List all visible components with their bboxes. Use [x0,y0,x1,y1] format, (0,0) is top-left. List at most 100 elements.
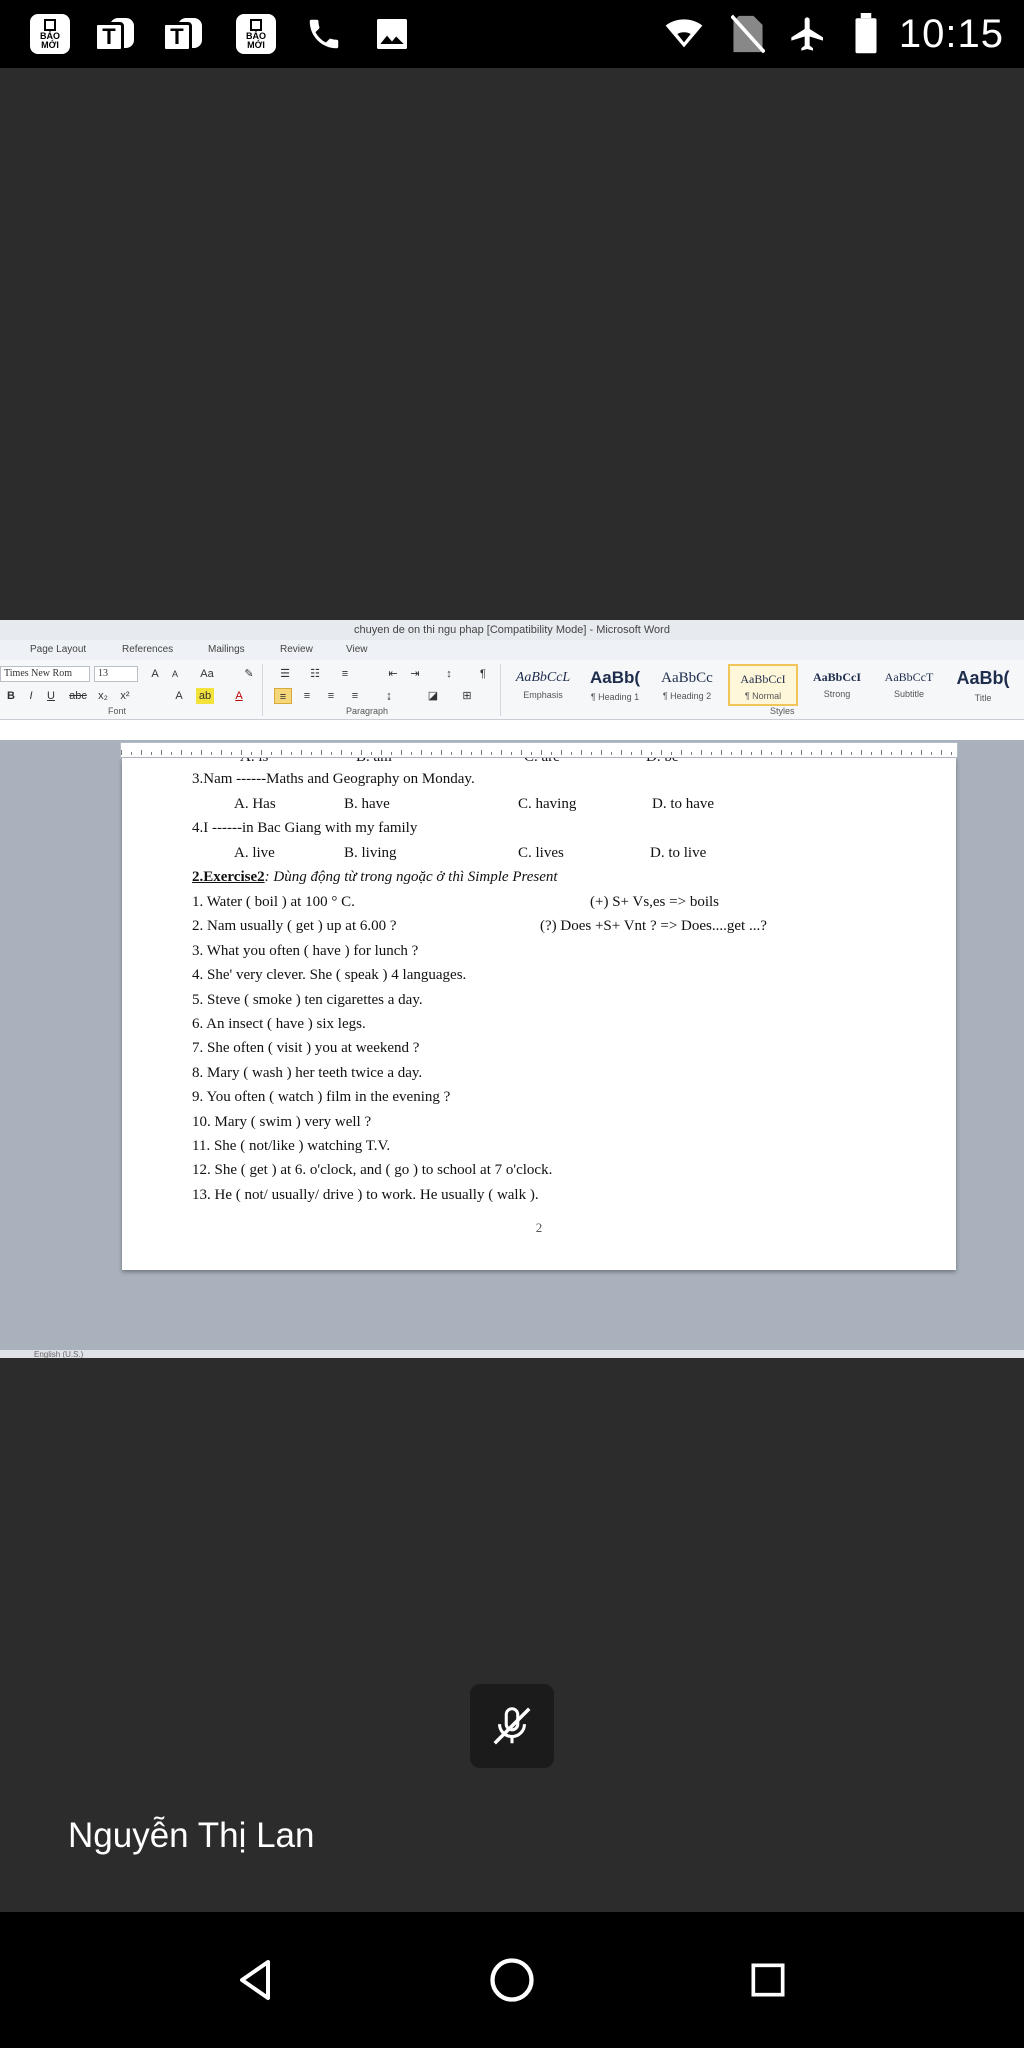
no-sim-icon [728,14,768,54]
ruler-tick [821,750,822,755]
style-heading-1[interactable]: AaBb( ¶ Heading 1 [580,664,650,706]
align-left-icon[interactable]: ≡ [274,688,292,704]
exercise-item: 12. She ( get ) at 6. o'clock, and ( go … [192,1162,553,1179]
clear-format-icon[interactable]: ✎ [240,666,258,682]
teams-icon: T [162,14,202,54]
sort-icon[interactable]: ↕ [440,666,458,682]
bold-icon[interactable]: B [2,688,20,704]
ruler-tick [171,752,172,755]
grammar-note: (+) S+ Vs,es => boils [590,894,719,910]
tab-review[interactable]: Review [280,644,313,655]
ruler-tick [741,750,742,755]
ruler-tick [631,752,632,755]
airplane-icon [788,14,828,54]
tab-view[interactable]: View [346,644,368,655]
ruler-tick [761,750,762,755]
underline-icon[interactable]: U [42,688,60,704]
tab-page-layout[interactable]: Page Layout [30,644,86,655]
change-case-icon[interactable]: Aa [198,666,216,682]
mic-toggle-button[interactable] [470,1684,554,1768]
ruler-tick [841,750,842,755]
ruler-tick [231,752,232,755]
italic-icon[interactable]: I [22,688,40,704]
ruler-tick [811,752,812,755]
align-right-icon[interactable]: ≡ [322,688,340,704]
tab-references[interactable]: References [122,644,173,655]
font-size-box[interactable]: 13 [94,666,138,682]
home-icon[interactable] [476,1944,548,2016]
ruler-tick [401,750,402,755]
grow-font-icon[interactable]: A [146,666,164,682]
participant-name: Nguyễn Thị Lan [68,1816,315,1855]
pilcrow-icon[interactable]: ¶ [474,666,492,682]
strikethrough-icon[interactable]: abc [66,688,90,704]
option-d: D. to live [650,845,707,861]
ruler-tick [351,752,352,755]
ruler-tick [451,752,452,755]
multilevel-list-icon[interactable]: ≡ [336,666,354,682]
question-3: 3.Nam ------Maths and Geography on Monda… [192,771,475,787]
justify-icon[interactable]: ≡ [346,688,364,704]
ruler-tick [471,752,472,755]
ruler-tick [721,750,722,755]
teams-icon: T [94,14,134,54]
bullets-icon[interactable]: ☰ [276,666,294,682]
ruler-tick [241,750,242,755]
ruler-tick [121,750,122,755]
ruler-tick [881,750,882,755]
ruler-tick [541,750,542,755]
ruler-tick [601,750,602,755]
ruler-tick [791,752,792,755]
exercise-item: 2. Nam usually ( get ) up at 6.00 ? [192,918,397,935]
borders-icon[interactable]: ⊞ [458,688,476,704]
style-subtitle[interactable]: AaBbCcT Subtitle [874,664,944,706]
horizontal-ruler[interactable] [120,742,958,758]
image-icon [372,14,412,54]
subscript-icon[interactable]: x₂ [94,688,112,704]
ruler-tick [271,752,272,755]
line-spacing-icon[interactable]: ↨ [380,688,398,704]
ruler-tick [391,752,392,755]
back-icon[interactable] [220,1944,292,2016]
increase-indent-icon[interactable]: ⇥ [406,666,424,682]
tab-mailings[interactable]: Mailings [208,644,245,655]
font-name-box[interactable]: Times New Rom [0,666,90,682]
style-heading-2[interactable]: AaBbCc ¶ Heading 2 [652,664,722,706]
word-title-bar: chuyen de on thi ngu phap [Compatibility… [0,620,1024,640]
document-page[interactable]: A. is B. am C. are D. be 3.Nam ------Mat… [122,758,956,1270]
align-center-icon[interactable]: ≡ [298,688,316,704]
style-title[interactable]: AaBb( Title [948,664,1018,706]
decrease-indent-icon[interactable]: ⇤ [384,666,402,682]
shrink-font-icon[interactable]: A [166,666,184,682]
ruler-tick [851,752,852,755]
ruler-tick [561,750,562,755]
exercise-item: 8. Mary ( wash ) her teeth twice a day. [192,1064,423,1081]
font-color-icon[interactable]: A [230,688,248,704]
text-effects-icon[interactable]: A [170,688,188,704]
ruler-tick [701,750,702,755]
bao-may-icon: BÁO MỚI [236,14,276,54]
shading-icon[interactable]: ◪ [424,688,442,704]
option-d: D. be [646,758,679,766]
ruler-tick [711,752,712,755]
ruler-tick [131,752,132,755]
ruler-tick [261,750,262,755]
font-group-label: Font [108,706,127,716]
highlight-icon[interactable]: ab [196,688,214,704]
ruler-tick [911,752,912,755]
clock: 10:15 [898,12,1004,56]
exercise-item: 9. You often ( watch ) film in the eveni… [192,1089,451,1106]
recents-icon[interactable] [732,1944,804,2016]
paragraph-group-label: Paragraph [346,706,389,716]
exercise-item: 11. She ( not/like ) watching T.V. [192,1138,391,1154]
option-a: A. is [240,758,268,766]
option-c: C. having [518,796,577,812]
numbering-icon[interactable]: ☷ [306,666,324,682]
style-emphasis[interactable]: AaBbCcL Emphasis [508,664,578,706]
exercise-item: 6. An insect ( have ) six legs. [192,1016,366,1032]
style-strong[interactable]: AaBbCcI Strong [802,664,872,706]
superscript-icon[interactable]: x² [116,688,134,704]
ruler-tick [801,750,802,755]
ruler-tick [871,752,872,755]
style-normal[interactable]: AaBbCcI ¶ Normal [728,664,798,706]
